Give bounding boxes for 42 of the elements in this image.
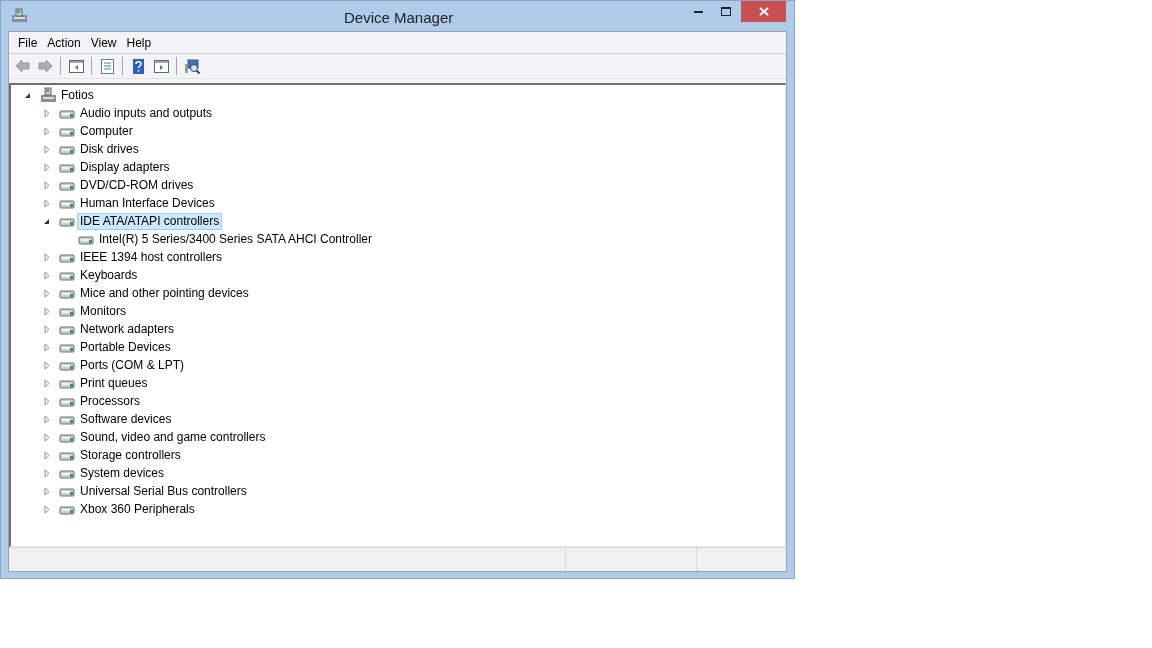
tree-item-label[interactable]: Sound, video and game controllers [77, 428, 269, 446]
minimize-icon [694, 10, 703, 13]
tree-item-label[interactable]: Display adapters [77, 158, 173, 176]
tree-item-label[interactable]: Software devices [77, 410, 175, 428]
window-title: Device Manager [344, 8, 454, 28]
tree-item-label[interactable]: Keyboards [77, 266, 141, 284]
panel-icon [67, 57, 85, 75]
tree-item-label[interactable]: Human Interface Devices [77, 194, 218, 212]
tree-item-label[interactable]: Mice and other pointing devices [77, 284, 252, 302]
scan-button[interactable] [182, 56, 202, 76]
properties-icon [98, 57, 116, 75]
panel-icon [152, 57, 170, 75]
tree-item-label[interactable]: DVD/CD-ROM drives [77, 176, 197, 194]
app-icon [11, 7, 28, 24]
computer-icon [40, 87, 57, 103]
tree-item-label[interactable]: Universal Serial Bus controllers [77, 482, 250, 500]
tree-item-label[interactable]: Print queues [77, 374, 151, 392]
tree-item-label[interactable]: Audio inputs and outputs [77, 104, 216, 122]
tree-item-label[interactable]: Ports (COM & LPT) [77, 356, 187, 374]
menu-item[interactable]: File [13, 32, 43, 53]
tree-item-label[interactable]: IEEE 1394 host controllers [77, 248, 226, 266]
back-arrow-icon [13, 57, 31, 75]
forward-arrow-icon [36, 57, 54, 75]
menu-item[interactable]: Action [42, 32, 86, 53]
menu-item[interactable]: View [85, 32, 122, 53]
tree-item-label[interactable]: Monitors [77, 302, 129, 320]
tree-item-label[interactable]: Intel(R) 5 Series/3400 Series SATA AHCI Controller [96, 230, 375, 248]
menu-item[interactable]: Help [121, 32, 157, 53]
tree-item-label[interactable]: Computer [77, 122, 136, 140]
close-icon [758, 7, 769, 16]
tree-item-label[interactable]: System devices [77, 464, 168, 482]
tree-item-label[interactable]: Processors [77, 392, 144, 410]
tree-item-label[interactable]: IDE ATA/ATAPI controllers [77, 212, 223, 230]
tree-item-label[interactable]: Portable Devices [77, 338, 174, 356]
tree-item-label[interactable]: Storage controllers [77, 446, 184, 464]
tree-item-label[interactable]: Network adapters [77, 320, 178, 338]
tree-item-label[interactable]: Xbox 360 Peripherals [77, 500, 198, 518]
maximize-icon [720, 7, 731, 16]
tree-item-label[interactable]: Disk drives [77, 140, 142, 158]
tree-item-label[interactable]: Fotios [58, 86, 97, 104]
monitor-magnifier-icon [183, 57, 201, 75]
close-button[interactable] [741, 1, 786, 22]
